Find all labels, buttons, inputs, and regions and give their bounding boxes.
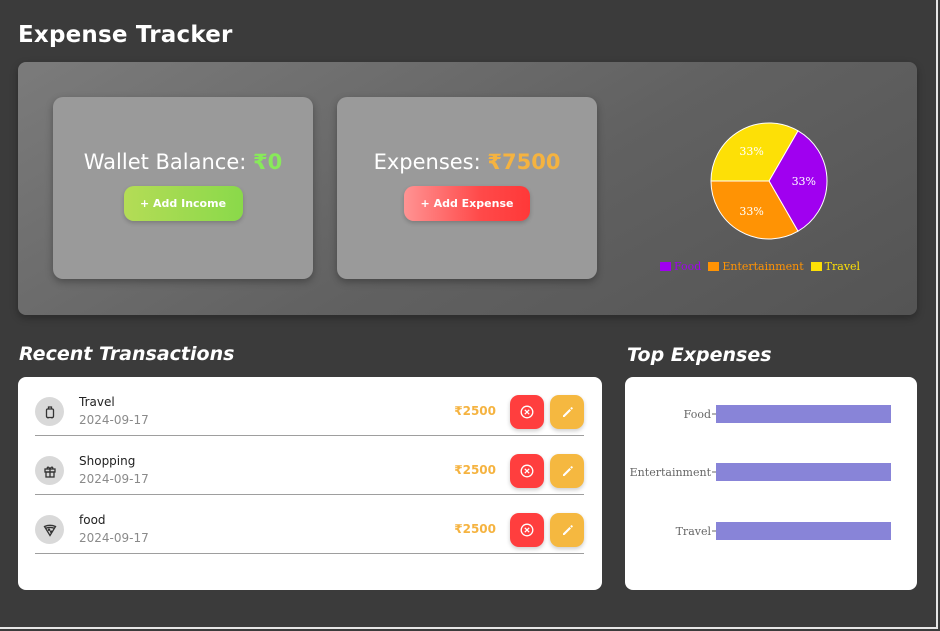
bar-travel — [716, 522, 891, 540]
transaction-date: 2024-09-17 — [79, 413, 149, 427]
bar-label-food: Food — [684, 408, 711, 421]
transaction-row[interactable]: Travel 2024-09-17 ₹2500 — [35, 377, 584, 436]
pie-legend: Food Entertainment Travel — [660, 260, 860, 273]
expenses-card: Expenses: ₹7500 + Add Expense — [337, 97, 597, 279]
pie-label-food: 33% — [792, 175, 816, 188]
expenses-amount: ₹7500 — [487, 149, 561, 174]
pie-label-entertainment: 33% — [739, 205, 763, 218]
gift-icon — [35, 456, 64, 485]
edit-transaction-button[interactable] — [550, 513, 584, 547]
transaction-row[interactable]: food 2024-09-17 ₹2500 — [35, 495, 584, 554]
pencil-icon — [562, 524, 573, 535]
legend-label-travel: Travel — [824, 260, 861, 273]
legend-swatch-travel — [810, 262, 822, 271]
wallet-amount: ₹0 — [253, 149, 283, 174]
top-expenses-chart: Food Entertainment Travel — [625, 377, 917, 590]
expense-pie-chart: 33% 33% 33% — [654, 114, 864, 284]
top-expenses-title: Top Expenses — [627, 344, 772, 366]
edit-transaction-button[interactable] — [550, 395, 584, 429]
transaction-amount: ₹2500 — [454, 522, 496, 536]
pie-svg: 33% 33% 33% — [710, 122, 828, 240]
pencil-icon — [562, 406, 573, 417]
recent-transactions-list: Travel 2024-09-17 ₹2500 Shopping 2024-09… — [18, 377, 602, 590]
bar-label-entertainment: Entertainment — [630, 466, 712, 479]
legend-label-food: Food — [674, 260, 702, 273]
pie-label-travel: 33% — [739, 145, 763, 158]
expenses-label: Expenses: — [373, 149, 488, 174]
transaction-date: 2024-09-17 — [79, 472, 149, 486]
legend-item-food: Food — [660, 260, 701, 273]
app-title: Expense Tracker — [18, 22, 233, 48]
wallet-card: Wallet Balance: ₹0 + Add Income — [53, 97, 313, 279]
bar-label-travel: Travel — [676, 525, 712, 538]
legend-swatch-entertainment — [708, 262, 720, 271]
transaction-date: 2024-09-17 — [79, 531, 149, 545]
edit-transaction-button[interactable] — [550, 454, 584, 488]
transaction-row[interactable]: Shopping 2024-09-17 ₹2500 — [35, 436, 584, 495]
expenses-total: Expenses: ₹7500 — [374, 150, 561, 174]
bar-food — [716, 405, 891, 423]
transaction-amount: ₹2500 — [454, 404, 496, 418]
close-circle-icon — [520, 523, 534, 537]
pizza-icon — [35, 515, 64, 544]
delete-transaction-button[interactable] — [510, 395, 544, 429]
pencil-icon — [562, 465, 573, 476]
wallet-label: Wallet Balance: — [83, 149, 254, 174]
transaction-amount: ₹2500 — [454, 463, 496, 477]
delete-transaction-button[interactable] — [510, 513, 544, 547]
luggage-icon — [35, 397, 64, 426]
transaction-name: Shopping — [79, 454, 136, 468]
legend-label-entertainment: Entertainment — [722, 260, 804, 273]
legend-item-entertainment: Entertainment — [708, 260, 804, 273]
bar-entertainment — [716, 463, 891, 481]
transaction-name: food — [79, 513, 106, 527]
legend-item-travel: Travel — [810, 260, 861, 273]
delete-transaction-button[interactable] — [510, 454, 544, 488]
summary-panel: Wallet Balance: ₹0 + Add Income Expenses… — [18, 62, 917, 315]
add-income-button[interactable]: + Add Income — [123, 185, 243, 221]
close-circle-icon — [520, 405, 534, 419]
close-circle-icon — [520, 464, 534, 478]
wallet-balance: Wallet Balance: ₹0 — [84, 150, 283, 174]
recent-transactions-title: Recent Transactions — [19, 343, 235, 365]
transaction-name: Travel — [79, 395, 115, 409]
add-expense-button[interactable]: + Add Expense — [404, 185, 530, 221]
bar-chart-svg: Food Entertainment Travel — [630, 405, 891, 540]
legend-swatch-food — [660, 262, 671, 271]
